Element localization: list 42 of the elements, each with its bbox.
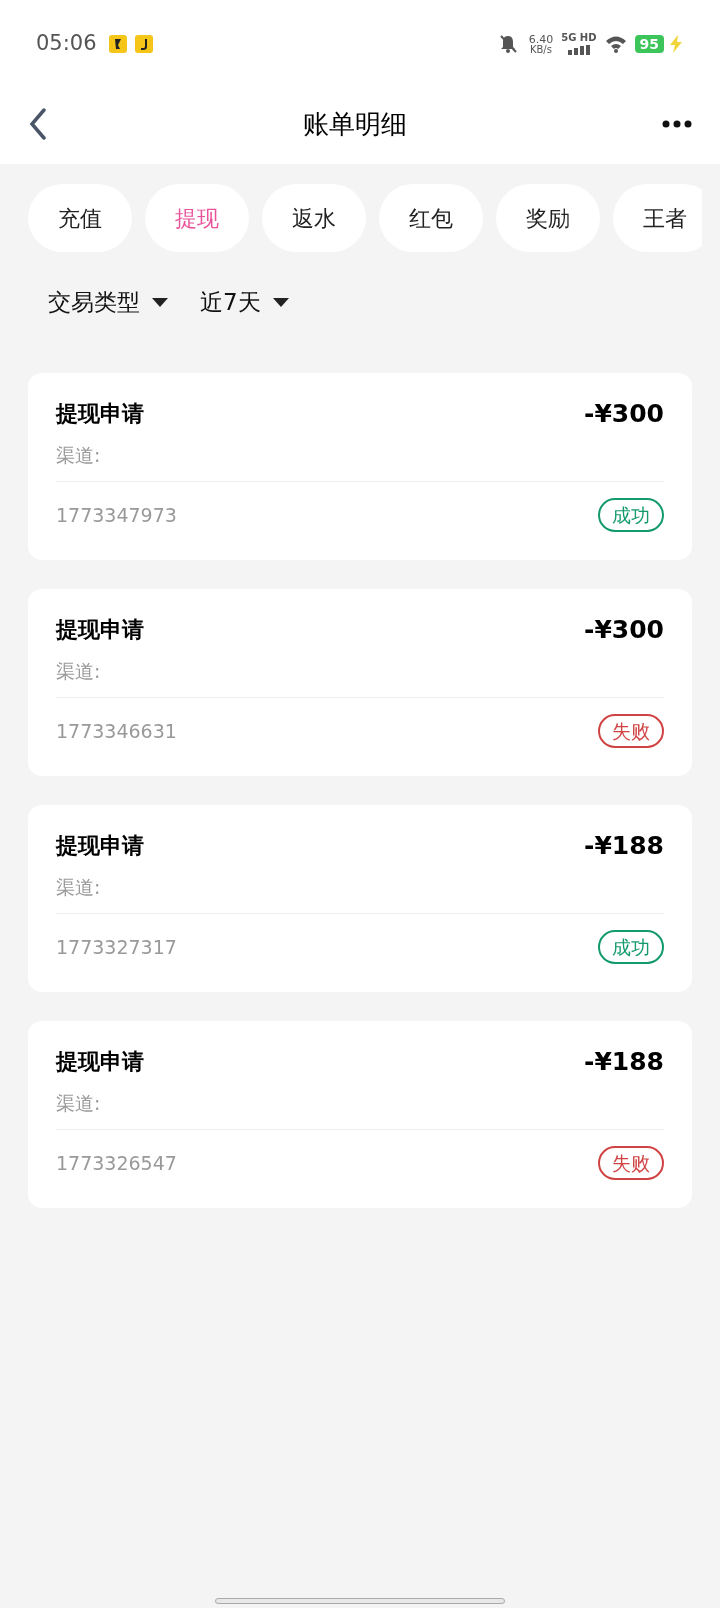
network-speed: 6.40 bbox=[528, 33, 554, 45]
status-tag: 成功 bbox=[598, 498, 664, 532]
record-channel: 渠道: bbox=[56, 443, 101, 466]
record-channel: 渠道: bbox=[56, 875, 101, 898]
order-number: 1773327317 bbox=[56, 934, 177, 960]
more-icon[interactable] bbox=[662, 120, 692, 128]
record-amount: -¥188 bbox=[584, 1046, 664, 1078]
category-tab[interactable]: 返水 bbox=[262, 184, 366, 252]
order-number: 1773346631 bbox=[56, 718, 177, 744]
network-type: 5G HD bbox=[561, 33, 597, 43]
record-title: 提现申请 bbox=[56, 616, 144, 645]
dropdown-caret-icon bbox=[152, 297, 168, 307]
category-tab[interactable]: 充值 bbox=[28, 184, 132, 252]
record-channel: 渠道: bbox=[56, 659, 101, 682]
status-tag: 失败 bbox=[598, 1146, 664, 1180]
signal-icon bbox=[567, 45, 590, 55]
status-tag: 成功 bbox=[598, 930, 664, 964]
back-icon[interactable] bbox=[28, 108, 48, 140]
page-title: 账单明细 bbox=[303, 107, 407, 141]
record-amount: -¥300 bbox=[584, 398, 664, 430]
battery-level: 95 bbox=[634, 35, 664, 53]
record-title: 提现申请 bbox=[56, 1048, 144, 1077]
category-tab[interactable]: 红包 bbox=[379, 184, 483, 252]
filter-dropdown[interactable]: 交易类型 bbox=[48, 284, 168, 320]
order-number: 1773326547 bbox=[56, 1150, 177, 1176]
order-number: 1773347973 bbox=[56, 502, 177, 528]
record-title: 提现申请 bbox=[56, 832, 144, 861]
network-speed-unit: KB/s bbox=[529, 44, 552, 55]
dropdown-caret-icon bbox=[272, 297, 289, 307]
status-time: 05:06 bbox=[36, 30, 97, 58]
category-tab[interactable]: 奖励 bbox=[496, 184, 600, 252]
record-channel: 渠道: bbox=[56, 1091, 101, 1114]
record-title: 提现申请 bbox=[56, 400, 144, 429]
app-icon bbox=[108, 35, 127, 53]
filter-dropdown[interactable]: 近7天 bbox=[200, 284, 289, 320]
wifi-icon bbox=[604, 35, 627, 53]
muted-bell-icon bbox=[498, 34, 517, 54]
record-amount: -¥300 bbox=[584, 614, 664, 646]
record-amount: -¥188 bbox=[584, 830, 664, 862]
app-icon bbox=[134, 35, 153, 53]
category-tab[interactable]: 王者 bbox=[613, 184, 702, 252]
status-tag: 失败 bbox=[598, 714, 664, 748]
